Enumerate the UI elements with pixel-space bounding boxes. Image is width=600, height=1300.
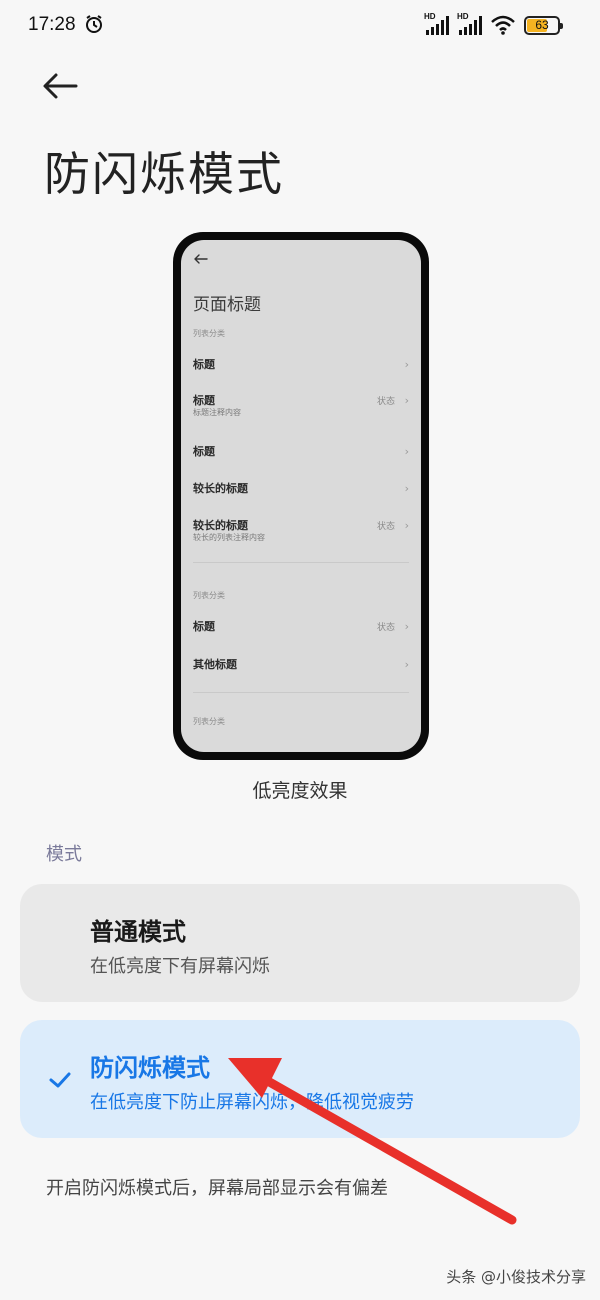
chevron-right-icon: › — [404, 482, 409, 495]
preview-category: 列表分类 — [193, 591, 225, 600]
preview-item-status: 状态 — [376, 623, 395, 633]
signal-icon: HD — [457, 12, 485, 36]
chevron-right-icon: › — [404, 445, 409, 458]
section-label-mode: 模式 — [46, 844, 82, 865]
mode-option-normal[interactable]: 普通模式 在低亮度下有屏幕闪烁 — [20, 884, 580, 1002]
preview-caption: 低亮度效果 — [252, 780, 348, 802]
checkmark-icon — [49, 1072, 71, 1088]
mode-option-title: 防闪烁模式 — [90, 1054, 210, 1082]
battery-nub — [560, 23, 563, 29]
preview-screen: 页面标题 列表分类 标题 › 标题 标题注释内容 状态 › 标题 › 较长的标题… — [181, 240, 421, 752]
chevron-right-icon: › — [404, 620, 409, 633]
preview-item-title: 标题 — [193, 445, 215, 458]
preview-item-title: 标题 — [193, 358, 215, 371]
page-title: 防闪烁模式 — [44, 147, 284, 201]
preview-list-item: 标题 › — [193, 356, 409, 386]
battery-icon: 63 — [524, 16, 563, 35]
back-arrow-icon — [194, 254, 208, 264]
preview-list-item: 标题 状态 › — [193, 618, 409, 648]
mode-option-description: 在低亮度下防止屏幕闪烁，降低视觉疲劳 — [90, 1092, 414, 1113]
status-time: 17:28 — [28, 14, 76, 35]
preview-item-title: 较长的标题 — [193, 482, 248, 495]
preview-item-title: 标题 — [193, 394, 215, 407]
preview-category: 列表分类 — [193, 329, 225, 338]
chevron-right-icon: › — [404, 658, 409, 671]
back-arrow-icon — [43, 73, 78, 99]
preview-item-title: 标题 — [193, 620, 215, 633]
signal-hd-label: HD — [424, 12, 436, 21]
mode-option-description: 在低亮度下有屏幕闪烁 — [90, 956, 270, 977]
mode-option-title: 普通模式 — [90, 918, 186, 946]
back-button[interactable] — [38, 66, 82, 106]
signal-icon: HD — [424, 12, 452, 36]
preview-item-title: 其他标题 — [193, 658, 237, 671]
signal-hd-label: HD — [457, 12, 469, 21]
wifi-icon — [491, 15, 515, 35]
preview-divider — [193, 562, 409, 563]
chevron-right-icon: › — [404, 394, 409, 407]
chevron-right-icon: › — [404, 519, 409, 532]
preview-item-status: 状态 — [376, 522, 395, 532]
preview-item-title: 较长的标题 — [193, 519, 248, 532]
footnote: 开启防闪烁模式后，屏幕局部显示会有偏差 — [46, 1178, 388, 1199]
preview-category: 列表分类 — [193, 717, 225, 726]
alarm-icon — [86, 15, 102, 33]
preview-item-subtitle: 较长的列表注释内容 — [193, 533, 265, 542]
battery-level: 63 — [535, 18, 549, 32]
status-bar: 17:28 HD HD 63 — [0, 0, 600, 52]
chevron-right-icon: › — [404, 358, 409, 371]
preview-list-item: 标题 标题注释内容 状态 › — [193, 392, 409, 422]
mode-option-anti-flicker[interactable]: 防闪烁模式 在低亮度下防止屏幕闪烁，降低视觉疲劳 — [20, 1020, 580, 1138]
preview-list-item: 较长的标题 › — [193, 480, 409, 510]
preview-list-item: 较长的标题 较长的列表注释内容 状态 › — [193, 517, 409, 547]
preview-item-status: 状态 — [376, 397, 395, 407]
preview-item-subtitle: 标题注释内容 — [193, 408, 241, 417]
preview-divider — [193, 692, 409, 693]
preview-phone: 页面标题 列表分类 标题 › 标题 标题注释内容 状态 › 标题 › 较长的标题… — [173, 232, 429, 760]
watermark: 头条 @小俊技术分享 — [446, 1268, 586, 1286]
preview-list-item: 其他标题 › — [193, 656, 409, 686]
preview-list-item: 标题 › — [193, 443, 409, 473]
preview-page-title: 页面标题 — [193, 295, 261, 315]
